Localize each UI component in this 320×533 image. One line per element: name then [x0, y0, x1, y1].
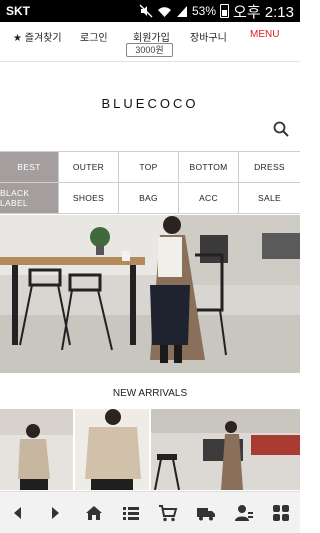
mute-icon	[139, 4, 153, 18]
category-outer[interactable]: OUTER	[59, 152, 119, 183]
carrier-label: SKT	[6, 4, 30, 18]
join-coupon-badge[interactable]: 3000원	[126, 43, 173, 57]
new-arrivals-heading: NEW ARRIVALS	[112, 388, 188, 399]
category-top[interactable]: TOP	[119, 152, 179, 183]
category-shoes[interactable]: SHOES	[59, 183, 119, 214]
clock: 오후 2:13	[233, 3, 294, 21]
new-arrivals-list	[0, 409, 300, 490]
join-link[interactable]: 회원가입	[133, 29, 170, 44]
back-icon[interactable]	[8, 503, 28, 523]
forward-icon[interactable]	[45, 503, 65, 523]
menu-link[interactable]: MENU	[250, 29, 279, 40]
category-bottom[interactable]: BOTTOM	[179, 152, 239, 183]
grid-icon[interactable]	[271, 503, 291, 523]
signal-icon	[177, 5, 187, 17]
login-link[interactable]: 로그인	[80, 29, 108, 44]
main-banner[interactable]	[0, 215, 300, 373]
category-bag[interactable]: BAG	[119, 183, 179, 214]
bottom-nav	[0, 491, 300, 533]
status-bar: SKT 53% 오후 2:13	[0, 0, 300, 22]
product-thumb[interactable]	[151, 409, 300, 490]
search-icon[interactable]	[273, 121, 289, 137]
delivery-icon[interactable]	[196, 503, 216, 523]
category-dress[interactable]: DRESS	[239, 152, 300, 183]
category-best[interactable]: BEST	[0, 152, 59, 183]
wifi-icon	[158, 6, 171, 17]
battery-icon	[220, 4, 230, 18]
category-black-label[interactable]: BLACK LABEL	[0, 183, 59, 214]
cart-icon[interactable]	[158, 503, 178, 523]
status-indicators: 53% 오후 2:13	[139, 2, 294, 21]
banner-photo	[0, 215, 300, 373]
favorites-link[interactable]: ★ 즐겨찾기	[13, 29, 62, 44]
battery-percent: 53%	[192, 4, 217, 18]
cart-link[interactable]: 장바구니	[190, 29, 227, 44]
category-sale[interactable]: SALE	[239, 183, 300, 214]
mypage-icon[interactable]	[234, 503, 254, 523]
product-thumb[interactable]	[0, 409, 73, 490]
list-icon[interactable]	[121, 503, 141, 523]
site-logo[interactable]: BLUECOCO	[0, 96, 300, 111]
category-acc[interactable]: ACC	[179, 183, 239, 214]
home-icon[interactable]	[84, 503, 104, 523]
category-grid: BEST OUTER TOP BOTTOM DRESS BLACK LABEL …	[0, 151, 300, 214]
product-thumb[interactable]	[75, 409, 149, 490]
